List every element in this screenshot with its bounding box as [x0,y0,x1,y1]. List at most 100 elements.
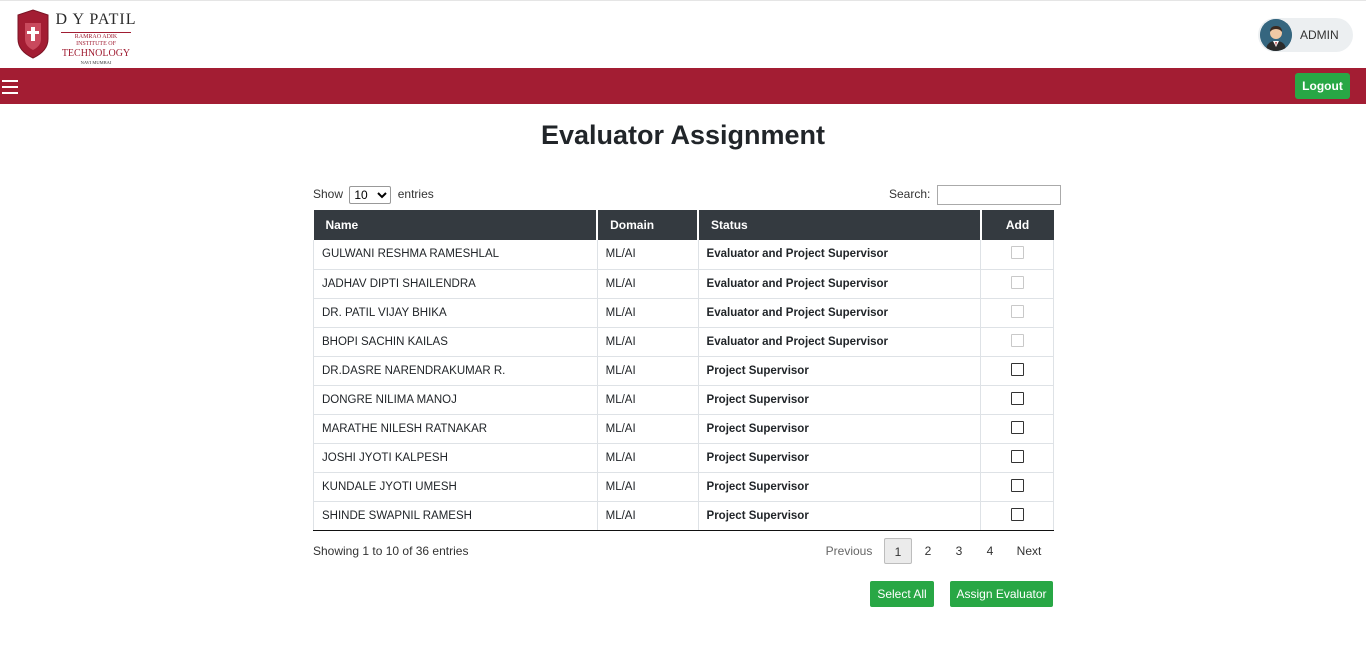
table-row: JOSHI JYOTI KALPESH ML/AI Project Supervis… [313,443,1054,473]
cell-status: Project Supervisor [697,501,982,531]
add-checkbox [1010,304,1024,318]
cell-status: Project Supervisor [697,472,982,502]
institute-logo[interactable]: D Y PATIL RAMRAO ADIK INSTITUTE OF TECHN… [14,7,136,65]
page-length-select[interactable]: 10 [349,186,392,204]
select-all-button[interactable]: Select All [870,581,934,607]
cell-domain: ML/AI [596,356,699,386]
cell-add [980,356,1054,386]
avatar [1260,19,1292,51]
cell-add [980,240,1054,270]
cell-name: DR. PATIL VIJAY BHIKA [313,298,598,328]
cell-status: Project Supervisor [697,356,982,386]
table-row: DR. PATIL VIJAY BHIKA ML/AI Evaluator and … [313,298,1054,328]
menu-icon[interactable] [2,80,18,94]
add-checkbox[interactable] [1010,391,1024,405]
cell-domain: ML/AI [596,443,699,473]
table-row: KUNDALE JYOTI UMESH ML/AI Project Supervis… [313,472,1054,502]
column-header-name[interactable]: Name [313,210,599,240]
cell-name: DONGRE NILIMA MANOJ [313,385,598,415]
table-row: SHINDE SWAPNIL RAMESH ML/AI Project Superv… [313,501,1054,531]
cell-domain: ML/AI [596,385,699,415]
cell-add [980,327,1054,357]
page-length-control: Show 10 entries [313,186,434,204]
logout-button[interactable]: Logout [1295,73,1350,99]
table-row: MARATHE NILESH RATNAKAR ML/AI Project Supe… [313,414,1054,444]
add-checkbox[interactable] [1010,420,1024,434]
entries-label: entries [397,187,434,202]
cell-name: BHOPI SACHIN KAILAS [313,327,598,357]
evaluator-table: Name Domain Status Add GULWANI RESHMA RA… [313,210,1054,531]
cell-status: Project Supervisor [697,443,982,473]
pagination-page-3[interactable]: 3 [947,538,971,564]
table-header-row: Name Domain Status Add [313,210,1054,240]
cell-status: Project Supervisor [697,385,982,415]
logo-line-2: RAMRAO ADIK [61,32,131,41]
pagination-next[interactable]: Next [1014,538,1044,564]
page-title: Evaluator Assignment [540,120,826,150]
cell-domain: ML/AI [596,240,699,270]
table-row: BHOPI SACHIN KAILAS ML/AI Evaluator and Pr… [313,327,1054,357]
cell-add [980,269,1054,299]
pagination-page-2[interactable]: 2 [916,538,940,564]
cell-add [980,472,1054,502]
crest-icon [17,9,49,59]
cell-name: KUNDALE JYOTI UMESH [313,472,598,502]
cell-domain: ML/AI [596,298,699,328]
add-checkbox[interactable] [1010,478,1024,492]
logo-line-1: D Y PATIL [55,11,137,28]
logo-line-4: TECHNOLOGY [61,48,131,59]
search-label: Search: [889,187,931,202]
user-avatar-icon [1260,19,1292,51]
search-input[interactable] [936,185,1061,205]
column-header-domain[interactable]: Domain [597,210,700,240]
cell-status: Evaluator and Project Supervisor [697,240,982,270]
add-checkbox[interactable] [1010,507,1024,521]
cell-domain: ML/AI [596,472,699,502]
cell-status: Evaluator and Project Supervisor [697,298,982,328]
pagination-page-4[interactable]: 4 [978,538,1002,564]
navbar: Logout [0,68,1366,104]
search-control: Search: [889,185,1061,205]
logo-text: D Y PATIL RAMRAO ADIK INSTITUTE OF TECHN… [54,12,138,66]
cell-domain: ML/AI [596,414,699,444]
cell-domain: ML/AI [596,327,699,357]
assign-evaluator-button[interactable]: Assign Evaluator [950,581,1053,607]
top-header: D Y PATIL RAMRAO ADIK INSTITUTE OF TECHN… [0,0,1366,68]
logo-line-3: INSTITUTE OF [76,41,116,47]
pagination-previous[interactable]: Previous [820,538,878,564]
table-row: GULWANI RESHMA RAMESHLAL ML/AI Evaluator a… [313,240,1054,270]
table-info: Showing 1 to 10 of 36 entries [313,544,469,558]
table-row: DR.DASRE NARENDRAKUMAR R. ML/AI Project Su… [313,356,1054,386]
table-row: JADHAV DIPTI SHAILENDRA ML/AI Evaluator an… [313,269,1054,299]
add-checkbox[interactable] [1010,362,1024,376]
cell-name: GULWANI RESHMA RAMESHLAL [313,240,598,270]
cell-name: JADHAV DIPTI SHAILENDRA [313,269,598,299]
cell-status: Evaluator and Project Supervisor [697,327,982,357]
user-menu[interactable]: ADMIN [1258,18,1353,52]
cell-name: DR.DASRE NARENDRAKUMAR R. [313,356,598,386]
cell-status: Evaluator and Project Supervisor [697,269,982,299]
column-header-add[interactable]: Add [980,210,1054,240]
add-checkbox [1010,333,1024,347]
cell-name: JOSHI JYOTI KALPESH [313,443,598,473]
show-label: Show [313,187,344,202]
cell-domain: ML/AI [596,269,699,299]
cell-add [980,501,1054,531]
cell-add [980,385,1054,415]
cell-domain: ML/AI [596,501,699,531]
cell-name: SHINDE SWAPNIL RAMESH [313,501,598,531]
cell-add [980,443,1054,473]
table-body: GULWANI RESHMA RAMESHLAL ML/AI Evaluator a… [313,240,1054,531]
pagination-page-1[interactable]: 1 [884,538,912,564]
user-name: ADMIN [1300,28,1339,42]
column-header-status[interactable]: Status [698,210,982,240]
cell-name: MARATHE NILESH RATNAKAR [313,414,598,444]
cell-add [980,298,1054,328]
add-checkbox[interactable] [1010,449,1024,463]
add-checkbox [1010,246,1024,260]
logo-line-5: NAVI MUMBAI [80,60,112,65]
add-checkbox [1010,275,1024,289]
table-row: DONGRE NILIMA MANOJ ML/AI Project Supervis… [313,385,1054,415]
cell-add [980,414,1054,444]
cell-status: Project Supervisor [697,414,982,444]
